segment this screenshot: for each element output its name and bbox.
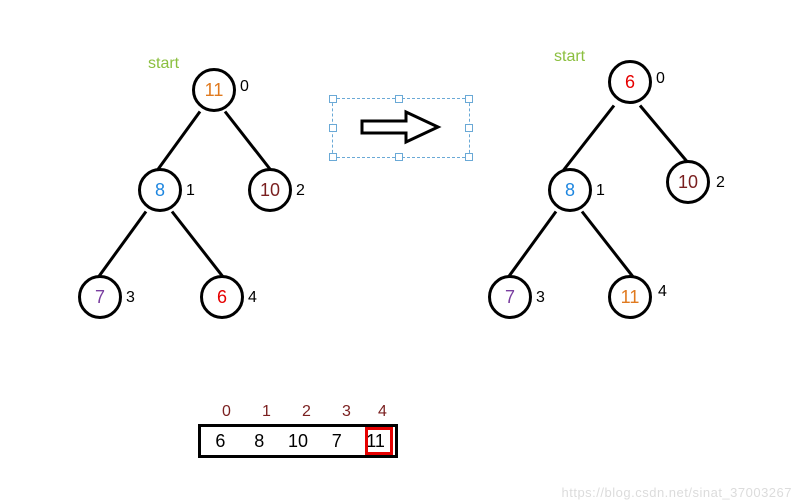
array-cell-3: 7: [317, 431, 356, 452]
right-node-1-value: 8: [565, 180, 575, 201]
left-node-4-value: 6: [217, 287, 227, 308]
right-node-1: 8: [548, 168, 592, 212]
sel-handle-ne[interactable]: [465, 95, 473, 103]
edge-r-1-4: [581, 211, 636, 281]
right-node-3-index: 3: [536, 289, 545, 307]
left-node-4: 6: [200, 275, 244, 319]
left-node-3: 7: [78, 275, 122, 319]
left-node-3-value: 7: [95, 287, 105, 308]
array-cell-1: 8: [240, 431, 279, 452]
edge-l-0-1: [154, 111, 201, 174]
left-node-1-value: 8: [155, 180, 165, 201]
right-node-4-value: 11: [621, 287, 640, 308]
array-cell-2: 10: [279, 431, 318, 452]
left-node-2-value: 10: [260, 180, 280, 201]
right-node-2: 10: [666, 160, 710, 204]
start-label-right: start: [554, 48, 585, 66]
array-index-1: 1: [262, 403, 271, 421]
right-node-3: 7: [488, 275, 532, 319]
array-index-2: 2: [302, 403, 311, 421]
right-node-0: 6: [608, 60, 652, 104]
watermark: https://blog.csdn.net/sinat_37003267: [562, 485, 793, 500]
right-node-1-index: 1: [596, 182, 605, 200]
right-node-2-value: 10: [678, 172, 698, 193]
sel-handle-w[interactable]: [329, 124, 337, 132]
array-cell-0: 6: [201, 431, 240, 452]
sel-handle-sw[interactable]: [329, 153, 337, 161]
array-index-3: 3: [342, 403, 351, 421]
edge-r-0-1: [562, 105, 615, 171]
left-node-2-index: 2: [296, 182, 305, 200]
left-node-3-index: 3: [126, 289, 135, 307]
array-index-0: 0: [222, 403, 231, 421]
left-node-0-value: 11: [205, 80, 224, 101]
sel-handle-n[interactable]: [395, 95, 403, 103]
edge-l-1-4: [171, 211, 226, 281]
left-node-1: 8: [138, 168, 182, 212]
right-node-0-value: 6: [625, 72, 635, 93]
left-node-1-index: 1: [186, 182, 195, 200]
diagram-canvas: start 11 0 8 1 10 2 7 3 6 4 start: [0, 0, 798, 504]
sel-handle-s[interactable]: [395, 153, 403, 161]
array-highlight: [365, 427, 393, 455]
edge-r-0-2: [639, 105, 691, 167]
edge-l-1-3: [94, 211, 147, 282]
edge-l-0-2: [224, 111, 273, 173]
start-label-left: start: [148, 55, 179, 73]
left-node-0-index: 0: [240, 78, 249, 96]
sel-handle-e[interactable]: [465, 124, 473, 132]
edge-r-1-3: [504, 211, 557, 282]
right-node-2-index: 2: [716, 174, 725, 192]
left-node-2: 10: [248, 168, 292, 212]
left-node-4-index: 4: [248, 289, 257, 307]
sel-handle-nw[interactable]: [329, 95, 337, 103]
array-index-4: 4: [378, 403, 387, 421]
right-node-4-index: 4: [658, 283, 667, 301]
right-node-0-index: 0: [656, 70, 665, 88]
right-node-4: 11: [608, 275, 652, 319]
sel-handle-se[interactable]: [465, 153, 473, 161]
right-node-3-value: 7: [505, 287, 515, 308]
left-node-0: 11: [192, 68, 236, 112]
arrow-icon[interactable]: [358, 108, 444, 146]
